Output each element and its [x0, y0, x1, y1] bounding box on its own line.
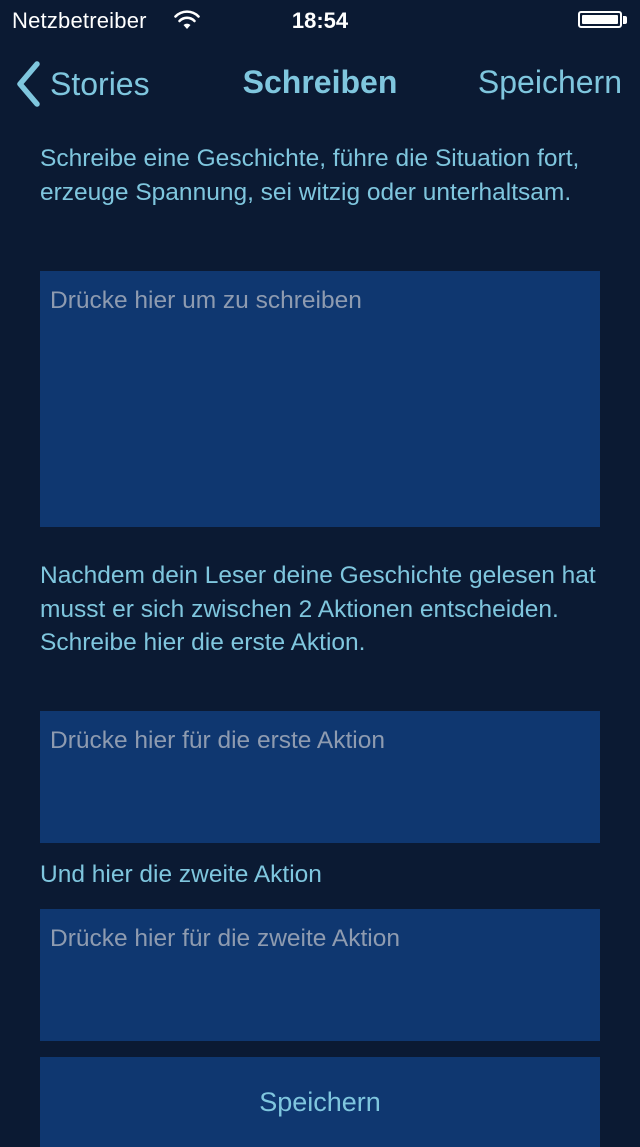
battery-cap: [623, 16, 627, 24]
story-instruction: Schreibe eine Geschichte, führe die Situ…: [40, 145, 580, 206]
back-button[interactable]: Stories: [14, 60, 150, 108]
battery-level: [582, 15, 618, 24]
story-placeholder: Drücke hier um zu schreiben: [50, 287, 362, 314]
action-two-placeholder: Drücke hier für die zweite Aktion: [50, 925, 400, 952]
story-text-area[interactable]: Drücke hier um zu schreiben: [40, 271, 600, 527]
back-button-label: Stories: [50, 65, 150, 102]
status-time: 18:54: [291, 8, 349, 33]
save-nav-button[interactable]: Speichern: [478, 64, 622, 101]
action-one-instruction: Nachdem dein Leser deine Geschichte gele…: [40, 562, 596, 656]
chevron-left-icon: [17, 61, 40, 107]
battery-icon: [578, 11, 622, 28]
form-content: Schreibe eine Geschichte, führe die Situ…: [0, 128, 640, 1147]
save-button[interactable]: Speichern: [40, 1057, 600, 1147]
status-bar: Netzbetreiber 18:54: [0, 0, 640, 40]
action-one-placeholder: Drücke hier für die erste Aktion: [50, 727, 385, 754]
navigation-bar: Stories Schreiben Speichern: [0, 40, 640, 129]
action-two-instruction: Und hier die zweite Aktion: [40, 861, 322, 888]
action-two-text-area[interactable]: Drücke hier für die zweite Aktion: [40, 909, 600, 1041]
action-one-text-area[interactable]: Drücke hier für die erste Aktion: [40, 711, 600, 843]
